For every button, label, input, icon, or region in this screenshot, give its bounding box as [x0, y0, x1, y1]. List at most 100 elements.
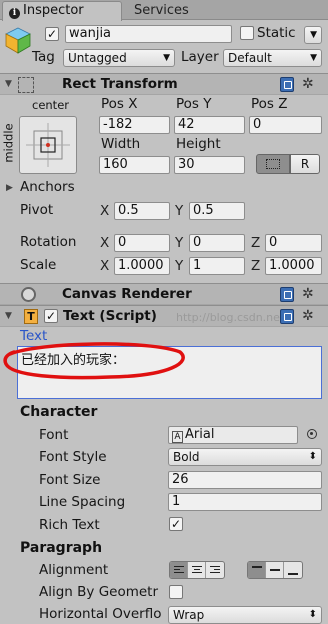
chevron-down-icon: ▼ — [310, 30, 317, 40]
pos-y-field[interactable]: 42 — [174, 116, 245, 134]
align-top-icon — [252, 566, 262, 570]
up-down-arrows-icon: ⬍ — [308, 609, 317, 620]
static-dropdown[interactable]: ▼ — [304, 26, 322, 44]
help-book-icon[interactable] — [280, 77, 294, 92]
gear-icon[interactable]: ✲ — [302, 77, 314, 91]
gear-icon[interactable]: ✲ — [302, 309, 314, 323]
anchor-presets-button[interactable] — [19, 116, 77, 174]
align-middle-button[interactable] — [266, 562, 284, 578]
horizontal-overflow-dropdown[interactable]: Wrap ⬍ — [168, 606, 322, 624]
width-label: Width — [101, 136, 141, 152]
up-down-arrows-icon: ⬍ — [308, 451, 317, 462]
scale-z-label: Z — [251, 258, 261, 274]
tab-inspector-label: Inspector — [23, 3, 84, 18]
height-label: Height — [176, 136, 221, 152]
tab-bar: i Inspector Services — [0, 0, 328, 21]
align-top-button[interactable] — [248, 562, 266, 578]
font-style-value: Bold — [173, 450, 200, 464]
static-checkbox[interactable] — [240, 26, 254, 40]
rotation-z-field[interactable]: 0 — [265, 234, 322, 252]
text-component-icon: T — [24, 309, 38, 324]
pos-z-field[interactable]: 0 — [249, 116, 322, 134]
layer-label: Layer — [181, 49, 219, 65]
vertical-alignment-group — [247, 561, 303, 579]
watermark-text: http://blog.csdn.net/ — [176, 311, 288, 324]
rotation-x-field[interactable]: 0 — [114, 234, 170, 252]
raw-edit-button[interactable]: R — [290, 154, 320, 174]
scale-x-label: X — [100, 258, 110, 274]
rotation-y-field[interactable]: 0 — [189, 234, 245, 252]
align-left-icon — [174, 566, 184, 575]
font-asset-icon: A — [172, 431, 183, 443]
scale-x-field[interactable]: 1.0000 — [114, 257, 170, 275]
gameobject-cube-icon — [4, 26, 32, 54]
tag-value: Untagged — [68, 51, 127, 65]
align-by-geometry-label: Align By Geometr — [39, 584, 159, 600]
pivot-y-label: Y — [175, 203, 184, 219]
scale-y-label: Y — [175, 258, 184, 274]
align-right-button[interactable] — [206, 562, 224, 578]
text-script-title: Text (Script) — [63, 308, 157, 324]
font-size-label: Font Size — [39, 472, 101, 488]
scale-label: Scale — [20, 257, 57, 273]
align-bottom-button[interactable] — [284, 562, 302, 578]
tab-inspector[interactable]: i Inspector — [2, 1, 122, 21]
chevron-down-icon: ▼ — [310, 53, 317, 63]
object-name-field[interactable]: wanjia — [65, 25, 232, 43]
text-script-header[interactable]: ▼ T ✓ Text (Script) http://blog.csdn.net… — [0, 305, 328, 327]
rotation-label: Rotation — [20, 234, 77, 250]
anchors-label[interactable]: Anchors — [20, 179, 75, 195]
gear-icon[interactable]: ✲ — [302, 287, 314, 301]
pos-y-label: Pos Y — [176, 96, 212, 112]
align-bottom-icon — [288, 573, 298, 577]
alignment-label: Alignment — [39, 562, 109, 578]
chevron-down-icon: ▼ — [163, 53, 170, 63]
pivot-x-label: X — [100, 203, 110, 219]
fold-arrow-icon[interactable]: ▼ — [5, 311, 12, 321]
horizontal-alignment-group — [169, 561, 225, 579]
font-label: Font — [39, 427, 69, 443]
font-size-field[interactable]: 26 — [168, 471, 322, 489]
font-style-dropdown[interactable]: Bold ⬍ — [168, 448, 322, 466]
scale-z-field[interactable]: 1.0000 — [265, 257, 322, 275]
rich-text-checkbox[interactable]: ✓ — [169, 517, 183, 531]
rotation-z-label: Z — [251, 235, 261, 251]
anchor-vertical-label: middle — [1, 123, 16, 163]
rect-transform-header[interactable]: ▼ Rect Transform ✲ — [0, 73, 328, 95]
align-right-icon — [210, 566, 220, 575]
height-field[interactable]: 30 — [174, 156, 245, 174]
tag-dropdown[interactable]: Untagged ▼ — [63, 49, 175, 67]
align-center-icon — [192, 566, 202, 575]
horizontal-overflow-label: Horizontal Overflo — [39, 606, 162, 622]
line-spacing-field[interactable]: 1 — [168, 493, 322, 511]
font-field[interactable]: A Arial — [168, 426, 298, 444]
text-enabled-checkbox[interactable]: ✓ — [44, 309, 58, 323]
blueprint-mode-button[interactable] — [256, 154, 290, 174]
anchors-fold-arrow-icon[interactable]: ▶ — [6, 183, 13, 193]
align-left-button[interactable] — [170, 562, 188, 578]
object-picker-icon[interactable] — [307, 429, 317, 439]
align-by-geometry-checkbox[interactable] — [169, 585, 183, 599]
canvas-renderer-header[interactable]: Canvas Renderer ✲ — [0, 283, 328, 305]
rotation-x-label: X — [100, 235, 110, 251]
align-middle-icon — [270, 569, 280, 573]
help-book-icon[interactable] — [280, 309, 294, 324]
layer-dropdown[interactable]: Default ▼ — [223, 49, 322, 67]
align-center-button[interactable] — [188, 562, 206, 578]
horizontal-overflow-value: Wrap — [173, 608, 205, 622]
pos-x-field[interactable]: -182 — [99, 116, 170, 134]
pivot-x-field[interactable]: 0.5 — [114, 202, 170, 220]
active-checkbox[interactable]: ✓ — [45, 27, 59, 41]
rich-text-label: Rich Text — [39, 517, 100, 533]
static-label: Static — [257, 25, 296, 41]
pivot-y-field[interactable]: 0.5 — [189, 202, 245, 220]
rotation-y-label: Y — [175, 235, 184, 251]
fold-arrow-icon[interactable]: ▼ — [5, 79, 12, 89]
anchor-horizontal-label: center — [32, 98, 69, 112]
paragraph-section-title: Paragraph — [20, 540, 103, 556]
rect-transform-title: Rect Transform — [62, 76, 178, 92]
tab-services[interactable]: Services — [134, 2, 189, 20]
width-field[interactable]: 160 — [99, 156, 170, 174]
help-book-icon[interactable] — [280, 287, 294, 302]
scale-y-field[interactable]: 1 — [189, 257, 245, 275]
